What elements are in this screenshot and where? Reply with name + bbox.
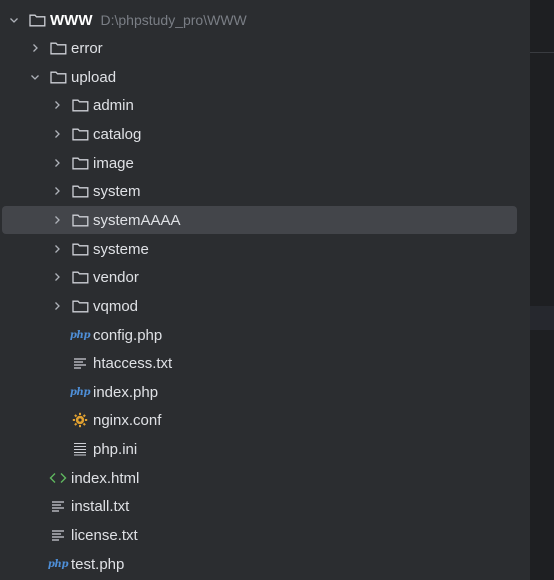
tree-item-upload[interactable]: upload — [0, 63, 530, 91]
folder-icon — [71, 177, 89, 205]
folder-icon — [71, 120, 89, 148]
chevron-down-icon[interactable] — [27, 63, 43, 91]
tree-item-systeme[interactable]: systeme — [0, 235, 530, 263]
chevron-down-icon[interactable] — [6, 6, 22, 34]
chevron-right-icon[interactable] — [27, 34, 43, 62]
tree-item-label: php.ini — [93, 440, 138, 458]
text-file-icon — [49, 521, 67, 549]
tree-item-label: license.txt — [71, 526, 138, 544]
folder-icon — [71, 91, 89, 119]
tree-item-label: systeme — [93, 240, 149, 258]
text-file-icon — [71, 349, 89, 377]
php-file-icon: php — [69, 329, 91, 341]
tree-item-config-php[interactable]: php config.php — [0, 321, 530, 349]
folder-icon — [49, 34, 67, 62]
tree-item-label: image — [93, 154, 134, 172]
folder-icon — [71, 206, 89, 234]
chevron-right-icon[interactable] — [49, 177, 65, 205]
tree-item-label: catalog — [93, 125, 142, 143]
chevron-right-icon[interactable] — [49, 263, 65, 291]
tree-item-php-ini[interactable]: php.ini — [0, 435, 530, 463]
tree-item-catalog[interactable]: catalog — [0, 120, 530, 148]
text-file-icon — [49, 492, 67, 520]
folder-icon — [71, 235, 89, 263]
chevron-right-icon[interactable] — [49, 206, 65, 234]
chevron-right-icon[interactable] — [49, 120, 65, 148]
tree-item-admin[interactable]: admin — [0, 91, 530, 119]
tree-item-systemaaaa[interactable]: systemAAAA — [2, 206, 517, 234]
gear-icon — [71, 406, 89, 434]
root-folder-name: WWW — [50, 11, 93, 29]
tree-item-system[interactable]: system — [0, 177, 530, 205]
tree-item-index-php[interactable]: php index.php — [0, 378, 530, 406]
tree-item-test-php[interactable]: php test.php — [0, 550, 530, 578]
tree-root-www[interactable]: WWW D:\phpstudy_pro\WWW — [0, 6, 530, 34]
divider — [530, 52, 554, 53]
chevron-right-icon[interactable] — [49, 149, 65, 177]
tree-item-label: system — [93, 182, 141, 200]
chevron-right-icon[interactable] — [49, 91, 65, 119]
tree-item-install-txt[interactable]: install.txt — [0, 492, 530, 520]
tree-item-vqmod[interactable]: vqmod — [0, 292, 530, 320]
folder-icon — [71, 292, 89, 320]
project-tree: WWW D:\phpstudy_pro\WWW error upload adm… — [0, 0, 530, 580]
php-file-icon: php — [47, 558, 69, 570]
tree-item-nginx-conf[interactable]: nginx.conf — [0, 406, 530, 434]
tree-item-label: index.html — [71, 469, 140, 487]
current-line-highlight — [530, 306, 554, 330]
editor-edge — [530, 0, 554, 580]
tree-item-label: upload — [71, 68, 117, 86]
tree-item-label: nginx.conf — [93, 411, 162, 429]
tree-item-error[interactable]: error — [0, 34, 530, 62]
tree-item-label: install.txt — [71, 497, 130, 515]
tree-item-label: test.php — [71, 555, 125, 573]
tree-item-label: config.php — [93, 326, 163, 344]
tree-item-image[interactable]: image — [0, 149, 530, 177]
tree-item-index-html[interactable]: index.html — [0, 464, 530, 492]
tree-item-label: index.php — [93, 383, 159, 401]
folder-icon — [71, 149, 89, 177]
folder-icon — [49, 63, 67, 91]
php-file-icon: php — [69, 386, 91, 398]
tree-item-vendor[interactable]: vendor — [0, 263, 530, 291]
tree-item-label: systemAAAA — [93, 211, 181, 229]
tree-item-htaccess-txt[interactable]: htaccess.txt — [0, 349, 530, 377]
tree-item-label: vqmod — [93, 297, 139, 315]
tree-item-label: error — [71, 39, 103, 57]
ini-file-icon — [71, 435, 89, 463]
chevron-right-icon[interactable] — [49, 292, 65, 320]
html-file-icon — [49, 464, 67, 492]
folder-icon — [28, 6, 46, 34]
tree-item-label: admin — [93, 96, 134, 114]
tree-item-license-txt[interactable]: license.txt — [0, 521, 530, 549]
chevron-right-icon[interactable] — [49, 235, 65, 263]
root-folder-path: D:\phpstudy_pro\WWW — [100, 12, 247, 28]
tree-item-label: htaccess.txt — [93, 354, 173, 372]
tree-item-label: vendor — [93, 268, 139, 286]
folder-icon — [71, 263, 89, 291]
